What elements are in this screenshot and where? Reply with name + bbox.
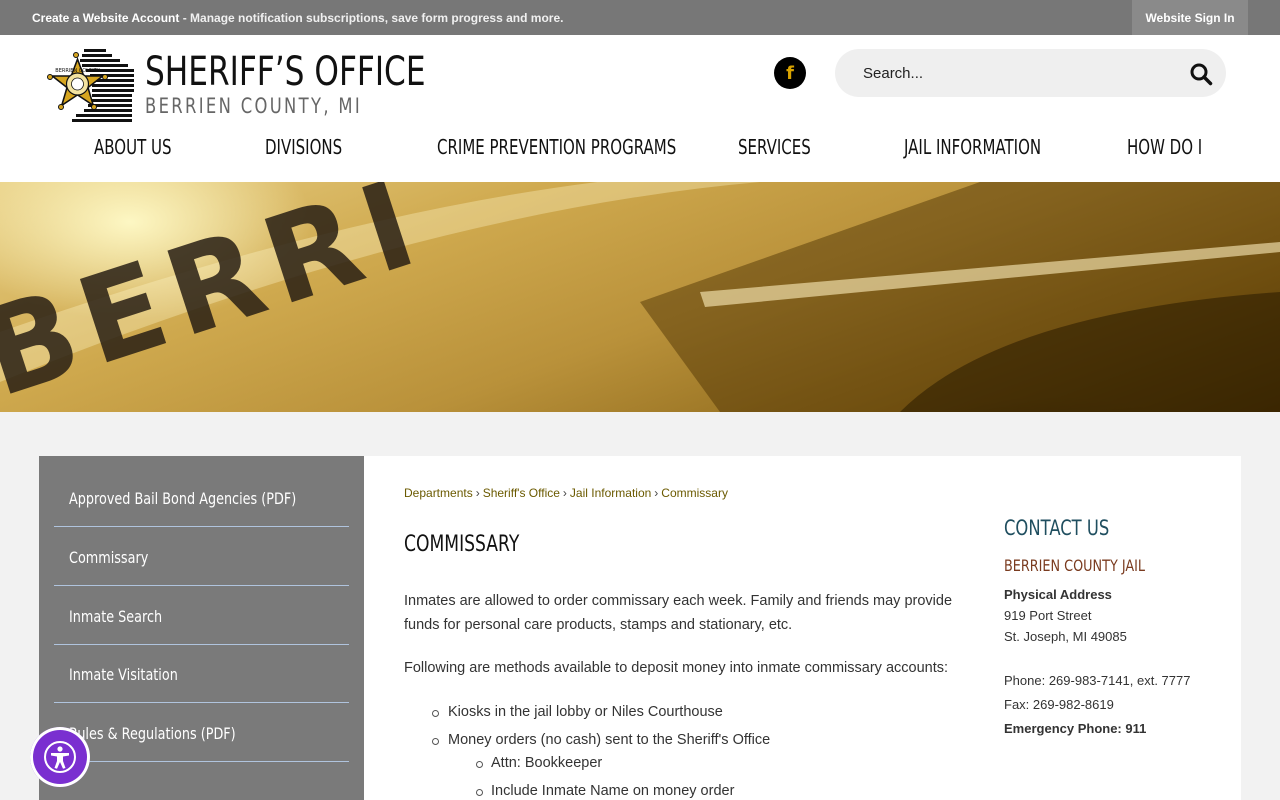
nav-jail-information[interactable]: JAIL INFORMATION [904,133,1041,161]
main-content: Departments › Sheriff's Office › Jail Inform… [364,456,1241,800]
sidebar-item-commissary[interactable]: Commissary [54,528,349,586]
search-icon[interactable] [1189,62,1213,86]
create-account-link[interactable]: Create a Website Account [32,11,179,25]
nav-crime-prevention-programs[interactable]: CRIME PREVENTION PROGRAMS [437,133,676,161]
sidebar-item-label: Inmate Search [69,607,163,626]
breadcrumb-separator: › [654,486,659,500]
accessibility-icon [44,741,76,773]
sidebar-item-rules-regulations[interactable]: Rules & Regulations (PDF) [54,704,349,762]
contact-us-panel: CONTACT US BERRIEN COUNTY JAIL Physical … [1004,516,1224,739]
sidebar-item-bail-bond-agencies[interactable]: Approved Bail Bond Agencies (PDF) [54,469,349,527]
site-header: BERRIEN COUNTY SHERIFF’S OFFICE BERRIEN … [0,35,1280,182]
account-message-text: - Manage notification subscriptions, sav… [179,11,564,25]
contact-emergency-phone: Emergency Phone: 911 [1004,721,1147,736]
methods-paragraph: Following are methods available to depos… [404,660,949,676]
sidebar-item-label: Inmate Visitation [69,665,178,684]
account-message: Create a Website Account - Manage notifi… [32,11,563,25]
breadcrumb-sheriffs-office[interactable]: Sheriff's Office [483,486,560,500]
search-input[interactable] [863,63,1173,83]
page-title: COMMISSARY [404,532,520,557]
facebook-icon[interactable]: f [774,57,806,89]
breadcrumb-separator: › [562,486,567,500]
breadcrumb-jail-information[interactable]: Jail Information [570,486,651,500]
address-label: Physical Address [1004,587,1112,602]
sidebar-item-label: Commissary [69,548,149,567]
breadcrumb-separator: › [475,486,480,500]
top-utility-bar: Create a Website Account - Manage notifi… [0,0,1280,35]
badge-closeup-illustration: BERRI [0,182,1280,412]
contact-fax: Fax: 269-982-8619 [1004,697,1114,712]
address-city: St. Joseph, MI 49085 [1004,629,1127,644]
breadcrumb-commissary[interactable]: Commissary [661,486,728,500]
contact-phone: Phone: 269-983-7141, ext. 7777 [1004,673,1191,688]
deposit-methods-list: Kiosks in the jail lobby or Niles Courth… [404,700,964,800]
logo-title[interactable]: SHERIFF’S OFFICE [145,49,426,95]
nav-about-us[interactable]: ABOUT US [94,133,172,161]
contact-title: CONTACT US [1004,516,1110,540]
hero-banner-image: BERRI [0,182,1280,412]
nav-services[interactable]: SERVICES [738,133,811,161]
sidebar-item-label: Approved Bail Bond Agencies (PDF) [69,489,297,508]
address-street: 919 Port Street [1004,608,1092,623]
contact-organization[interactable]: BERRIEN COUNTY JAIL [1004,556,1180,584]
intro-paragraph: Inmates are allowed to order commissary … [404,593,953,633]
main-navigation: ABOUT US DIVISIONS CRIME PREVENTION PROG… [0,133,1280,163]
list-item: Kiosks in the jail lobby or Niles Courth… [404,700,964,728]
list-item: Attn: Bookkeeper [404,751,964,779]
nav-divisions[interactable]: DIVISIONS [265,133,342,161]
sidebar-item-inmate-search[interactable]: Inmate Search [54,587,349,645]
nav-how-do-i[interactable]: HOW DO I [1127,133,1202,161]
search-box [835,49,1226,97]
sheriff-badge-logo-icon[interactable]: BERRIEN COUNTY [46,43,136,125]
accessibility-button[interactable] [30,727,90,787]
badge-text: BERRIEN COUNTY [55,68,100,74]
logo-subtitle: BERRIEN COUNTY, MI [145,94,363,118]
sidebar-item-label: Rules & Regulations (PDF) [69,724,236,743]
sidebar-item-inmate-visitation[interactable]: Inmate Visitation [54,645,349,703]
breadcrumb: Departments › Sheriff's Office › Jail Inform… [404,486,728,500]
list-item: Include Inmate Name on money order [404,779,964,800]
breadcrumb-departments[interactable]: Departments [404,486,473,500]
website-sign-in-button[interactable]: Website Sign In [1132,0,1248,35]
hero-engraved-text: BERRI [0,182,440,412]
